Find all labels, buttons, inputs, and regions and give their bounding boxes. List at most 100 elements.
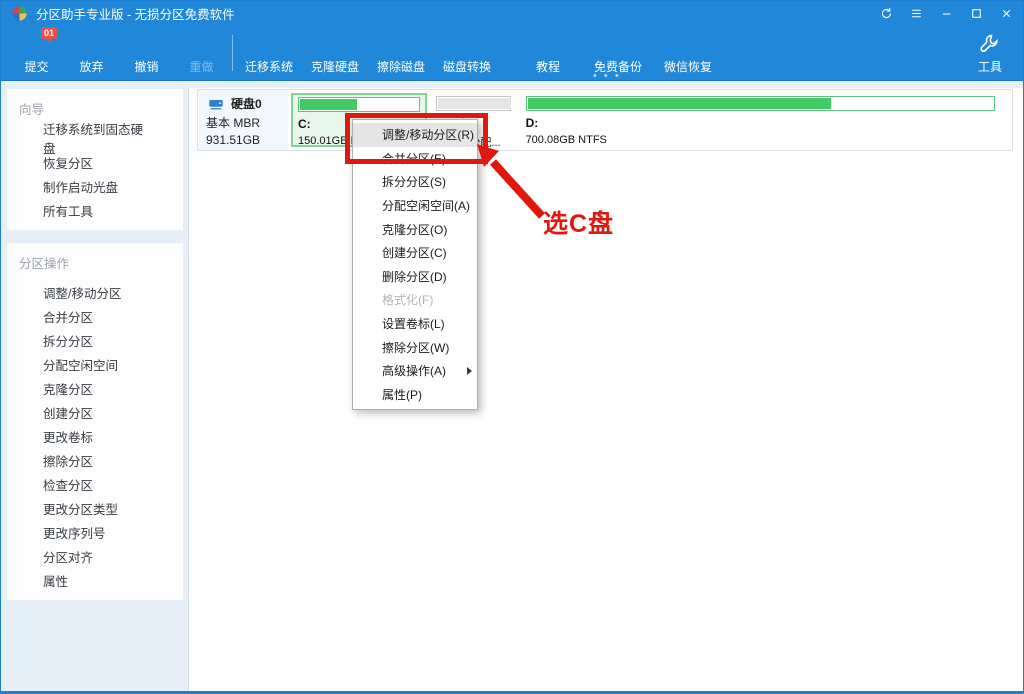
sidebar-item[interactable]: 调整/移动分区 xyxy=(7,280,183,304)
sidebar-item-label: 更改序列号 xyxy=(43,523,106,542)
sidebar-item-label: 分配空闲空间 xyxy=(43,355,118,374)
window-controls xyxy=(880,7,1013,20)
sidebar-section-wizard: 向导 迁移系统到固态硬盘 恢复分区 xyxy=(7,89,183,230)
toolbar-button-label: 磁盘转换 xyxy=(443,58,491,75)
context-menu-item-label: 格式化(F) xyxy=(382,291,433,308)
app-logo-icon xyxy=(11,5,28,22)
context-menu-item[interactable]: 格式化(F) xyxy=(353,288,477,312)
sidebar-item-label: 拆分分区 xyxy=(43,331,93,350)
sidebar-item[interactable]: 属性 xyxy=(7,568,183,592)
disk-name: 硬盘0 xyxy=(231,95,262,112)
toolbar-button[interactable]: 磁盘转换 xyxy=(434,26,500,80)
hard-disk-icon xyxy=(206,95,226,112)
sidebar-item[interactable]: 克隆分区 xyxy=(7,376,183,400)
window-title: 分区助手专业版 - 无损分区免费软件 xyxy=(36,4,235,23)
sidebar-item[interactable]: 创建分区 xyxy=(7,400,183,424)
context-menu-item-label: 创建分区(C) xyxy=(382,244,447,261)
titlebar: 分区助手专业版 - 无损分区免费软件 xyxy=(1,1,1023,26)
wrench-icon xyxy=(978,32,1002,56)
context-menu-item[interactable]: 高级操作(A) xyxy=(353,359,477,383)
toolbar-button[interactable]: 01 提交 xyxy=(9,26,64,80)
toolbar-grip[interactable]: • • • xyxy=(593,70,621,82)
toolbar-button-label: 微信恢复 xyxy=(664,58,712,75)
context-menu-item-label: 分配空闲空间(A) xyxy=(382,197,470,214)
toolbar-button[interactable]: 放弃 xyxy=(64,26,119,80)
context-menu-item[interactable]: 拆分分区(S) xyxy=(353,170,477,194)
context-menu-item[interactable]: 属性(P) xyxy=(353,383,477,407)
context-menu-item[interactable]: 擦除分区(W) xyxy=(353,335,477,359)
sidebar-item[interactable]: 制作启动光盘 xyxy=(7,174,183,198)
toolbar-button[interactable]: 迁移系统 xyxy=(236,26,302,80)
sidebar-item[interactable]: 合并分区 xyxy=(7,304,183,328)
context-menu-item-label: 删除分区(D) xyxy=(382,268,447,285)
context-menu-item[interactable]: 删除分区(D) xyxy=(353,265,477,289)
context-menu: 调整/移动分区(R) 合并分区(E) 拆分分区(S) xyxy=(352,119,478,410)
toolbar-button[interactable]: 微信恢复 xyxy=(653,26,723,80)
context-menu-item[interactable]: 合并分区(E) xyxy=(353,147,477,171)
section-header: 分区操作 xyxy=(7,246,183,280)
toolbar-button-label: 克隆硬盘 xyxy=(311,58,359,75)
toolbar: 01 提交 放弃 撤销 xyxy=(1,26,1023,81)
sidebar-item-label: 擦除分区 xyxy=(43,451,93,470)
toolbar-button[interactable]: 擦除磁盘 xyxy=(368,26,434,80)
context-menu-item[interactable]: 设置卷标(L) xyxy=(353,312,477,336)
sidebar: 向导 迁移系统到固态硬盘 恢复分区 xyxy=(1,88,189,691)
disk-info[interactable]: 硬盘0 基本 MBR 931.51GB xyxy=(198,90,288,150)
partition-usage-fill xyxy=(300,99,357,110)
toolbar-button-label: 擦除磁盘 xyxy=(377,58,425,75)
sidebar-item-label: 更改卷标 xyxy=(43,427,93,446)
toolbar-button[interactable]: 克隆硬盘 xyxy=(302,26,368,80)
sidebar-item-label: 所有工具 xyxy=(43,201,93,220)
context-menu-item-label: 调整/移动分区(R) xyxy=(382,126,474,143)
tools-button-label: 工具 xyxy=(978,58,1002,75)
sidebar-item-label: 属性 xyxy=(43,571,68,590)
maximize-icon[interactable] xyxy=(970,7,983,20)
sync-icon[interactable] xyxy=(880,7,893,20)
submenu-arrow-icon xyxy=(467,367,472,375)
context-menu-item-label: 拆分分区(S) xyxy=(382,173,446,190)
sidebar-item[interactable]: 分区对齐 xyxy=(7,544,183,568)
partition-block[interactable]: D: 700.08GB NTFS xyxy=(520,93,1001,147)
toolbar-button-label: 重做 xyxy=(189,58,213,75)
annotation-label: 选C盘 xyxy=(543,204,614,240)
sidebar-item[interactable]: 擦除分区 xyxy=(7,448,183,472)
sidebar-item[interactable]: 更改卷标 xyxy=(7,424,183,448)
context-menu-item[interactable]: 创建分区(C) xyxy=(353,241,477,265)
context-menu-item[interactable]: 克隆分区(O) xyxy=(353,217,477,241)
context-menu-item[interactable]: 调整/移动分区(R) xyxy=(353,123,477,147)
toolbar-button[interactable]: 教程 xyxy=(513,26,583,80)
content-area: 向导 迁移系统到固态硬盘 恢复分区 xyxy=(1,81,1023,691)
toolbar-button-label: 教程 xyxy=(536,58,560,75)
sidebar-item[interactable]: 检查分区 xyxy=(7,472,183,496)
partition-usage-fill xyxy=(528,98,832,109)
sidebar-item-label: 克隆分区 xyxy=(43,379,93,398)
toolbar-separator xyxy=(232,35,233,71)
toolbar-button-label: 放弃 xyxy=(79,58,103,75)
sidebar-item[interactable]: 分配空闲空间 xyxy=(7,352,183,376)
minimize-icon[interactable] xyxy=(940,7,953,20)
app-window: 分区助手专业版 - 无损分区免费软件 01 提交 放弃 xyxy=(0,0,1024,694)
sidebar-item[interactable]: 所有工具 xyxy=(7,198,183,222)
disk-size: 931.51GB xyxy=(206,133,286,147)
disk-scheme: 基本 MBR xyxy=(206,114,286,131)
close-icon[interactable] xyxy=(1000,7,1013,20)
partition-usage-fill xyxy=(438,98,510,109)
sidebar-item[interactable]: 更改序列号 xyxy=(7,520,183,544)
menu-icon[interactable] xyxy=(910,7,923,20)
sidebar-item[interactable]: 拆分分区 xyxy=(7,328,183,352)
sidebar-item[interactable]: 迁移系统到固态硬盘 xyxy=(7,126,183,150)
toolbar-button-label: 提交 xyxy=(24,58,48,75)
pending-count-badge: 01 xyxy=(41,27,57,39)
partition-usage-bar xyxy=(526,96,995,111)
sidebar-item-label: 分区对齐 xyxy=(43,547,93,566)
sidebar-item[interactable]: 更改分区类型 xyxy=(7,496,183,520)
sidebar-item-label: 制作启动光盘 xyxy=(43,177,118,196)
toolbar-button[interactable]: 撤销 xyxy=(119,26,174,80)
sidebar-item-label: 合并分区 xyxy=(43,307,93,326)
tools-button[interactable]: 工具 xyxy=(965,26,1015,80)
toolbar-button[interactable]: 重做 xyxy=(174,26,229,80)
main-area: 硬盘0 基本 MBR 931.51GB C: 150.01GB NTFS xyxy=(189,88,1023,691)
sidebar-item-label: 恢复分区 xyxy=(43,153,93,172)
context-menu-item[interactable]: 分配空闲空间(A) xyxy=(353,194,477,218)
sidebar-item-label: 迁移系统到固态硬盘 xyxy=(43,119,153,157)
